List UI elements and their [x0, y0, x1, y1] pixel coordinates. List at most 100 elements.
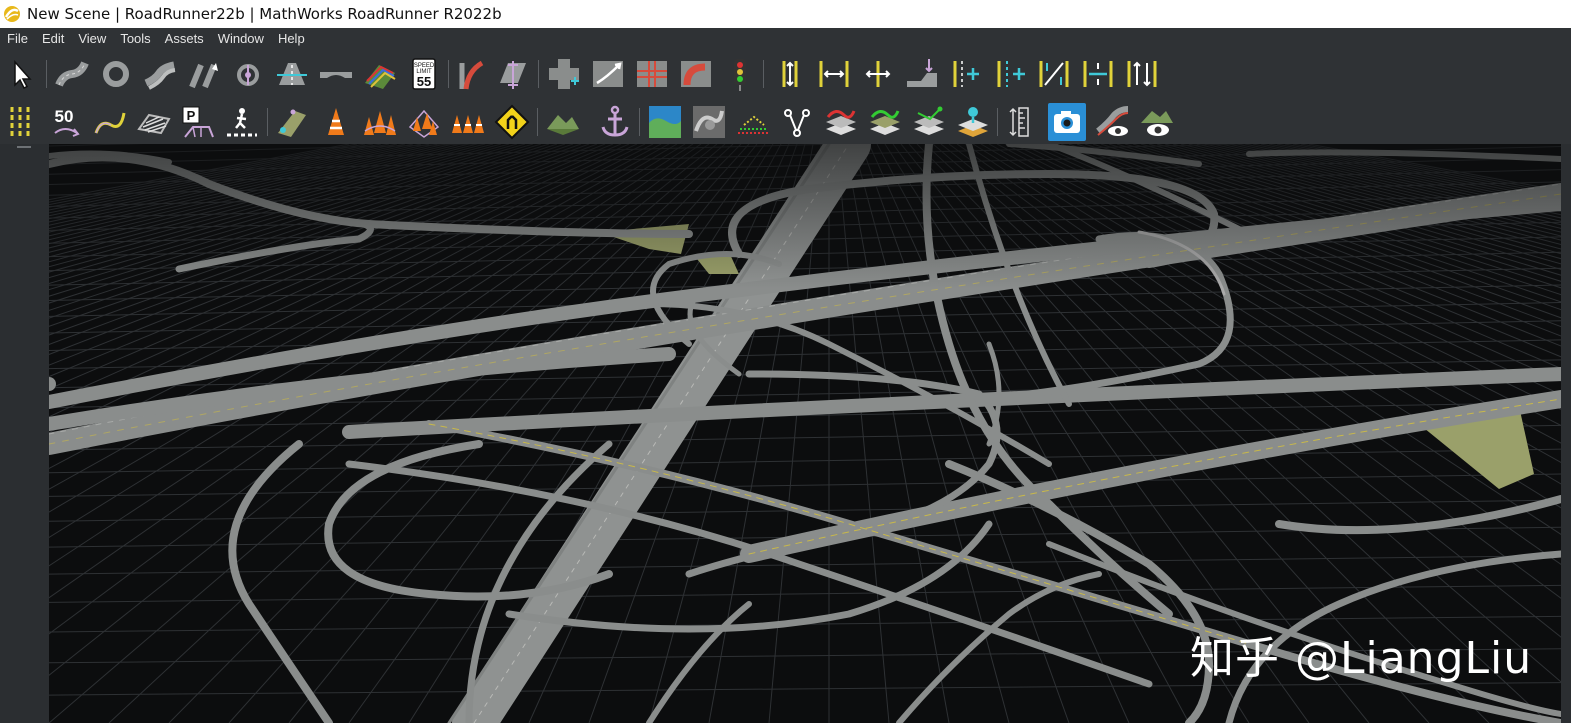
lane-carve-tool-button[interactable] — [1079, 55, 1117, 93]
layer-tool-button[interactable] — [822, 103, 860, 141]
toolbar-separator — [448, 60, 449, 88]
prop-curve-tool-button[interactable] — [452, 55, 490, 93]
maneuver-tool-button[interactable] — [589, 55, 627, 93]
camera-tool-button[interactable] — [1048, 103, 1086, 141]
measure-tool-icon — [1009, 107, 1029, 137]
layer-add-icon — [914, 106, 944, 135]
scenario-tool-button[interactable] — [778, 103, 816, 141]
lane-width-tool-button[interactable] — [494, 55, 532, 93]
left-panel-strip — [0, 144, 49, 723]
crosswalk-marking-button[interactable] — [223, 103, 261, 141]
select-tool-icon — [14, 60, 32, 90]
toolbar-separator — [538, 60, 539, 88]
lane-split-tool-button[interactable] — [947, 55, 985, 93]
prop-set-button[interactable] — [449, 103, 487, 141]
area-marking-tool-button[interactable] — [135, 103, 173, 141]
visibility-tool-icon — [1096, 106, 1129, 136]
curve-marking-tool-button[interactable] — [91, 103, 129, 141]
prop-point-tool-button[interactable] — [317, 103, 355, 141]
point-cloud-tool-icon — [738, 115, 768, 134]
toolbar-separator — [537, 108, 538, 136]
prop-curve-cones-button[interactable] — [361, 103, 399, 141]
lane-carving-tool-button[interactable] — [141, 55, 179, 93]
camera-tool-icon — [1054, 111, 1080, 133]
window-title: New Scene | RoadRunner22b | MathWorks Ro… — [27, 5, 502, 23]
marking-point-tool-button[interactable] — [3, 103, 41, 141]
world-settings-button[interactable] — [1138, 103, 1176, 141]
lane-form-tool-button[interactable] — [859, 55, 897, 93]
lane-direction-tool-button[interactable] — [1123, 55, 1161, 93]
layer-edit-icon — [870, 110, 900, 135]
lane-shift-tool-button[interactable] — [903, 55, 941, 93]
menu-edit[interactable]: Edit — [35, 28, 71, 50]
speed-marking-value: 50 — [55, 107, 74, 126]
toolbar-separator — [267, 108, 268, 136]
road-plan-tool-button[interactable] — [53, 55, 91, 93]
menu-view[interactable]: View — [71, 28, 113, 50]
road-plan-tool-icon — [55, 61, 89, 87]
menu-file[interactable]: File — [0, 28, 35, 50]
anchor-tool-button[interactable] — [596, 103, 634, 141]
elevation-map-button[interactable] — [544, 103, 582, 141]
speed-marking-tool-button[interactable]: 50 — [47, 103, 85, 141]
panel-grip[interactable] — [17, 146, 31, 148]
lane-carve-icon — [1083, 61, 1113, 87]
prop-sign-icon — [494, 104, 530, 140]
prop-sign-button[interactable] — [493, 103, 531, 141]
road-construction-tool-button[interactable] — [185, 55, 223, 93]
measure-tool-button[interactable] — [1004, 103, 1042, 141]
menu-assets[interactable]: Assets — [158, 28, 211, 50]
texture-tool-button[interactable] — [690, 103, 728, 141]
lane-insert-tool-button[interactable] — [991, 55, 1029, 93]
sign-tool-icon: SPEED LIMIT 55 — [412, 58, 436, 90]
corner-tool-button[interactable] — [633, 55, 671, 93]
lane-add-tool-button[interactable] — [771, 55, 809, 93]
lane-marking-tool-button[interactable] — [1035, 55, 1073, 93]
parking-tool-icon: P — [182, 106, 214, 138]
lane-form-icon — [865, 61, 891, 87]
crosswalk-tool-icon — [681, 61, 711, 87]
prop-point-tool-icon — [328, 108, 344, 135]
spin-tool-icon — [237, 64, 259, 86]
lane-split-icon — [953, 61, 979, 87]
menu-help[interactable]: Help — [271, 28, 312, 50]
prop-polygon-button[interactable] — [405, 103, 443, 141]
maneuver-tool-icon — [593, 61, 623, 87]
point-cloud-tool-button[interactable] — [734, 103, 772, 141]
layer-tool-icon — [826, 110, 856, 135]
title-bar: New Scene | RoadRunner22b | MathWorks Ro… — [0, 0, 1571, 28]
parking-tool-button[interactable]: P — [179, 103, 217, 141]
signal-tool-button[interactable] — [721, 55, 759, 93]
visibility-tool-button[interactable] — [1094, 103, 1132, 141]
layer-stack-button[interactable] — [954, 103, 992, 141]
tool-toolbar-primary: SPEED LIMIT 55 — [0, 50, 1571, 98]
terrain-tool-icon — [649, 106, 681, 138]
prop-curve-cones-icon — [364, 111, 396, 135]
terrain-tool-button[interactable] — [646, 103, 684, 141]
lane-width-adjust-button[interactable] — [815, 55, 853, 93]
area-marking-tool-icon — [137, 113, 171, 135]
layer-add-button[interactable] — [910, 103, 948, 141]
menu-tools[interactable]: Tools — [113, 28, 157, 50]
roundabout-tool-icon — [103, 61, 129, 87]
toolbar-separator — [763, 60, 764, 88]
marking-curve-tool-icon — [365, 65, 396, 89]
menu-window[interactable]: Window — [211, 28, 271, 50]
crosswalk-tool-button[interactable] — [677, 55, 715, 93]
lane-tool-button[interactable] — [273, 55, 311, 93]
marking-curve-tool-button[interactable] — [361, 55, 399, 93]
lane-insert-icon — [997, 61, 1025, 87]
sign-tool-button[interactable]: SPEED LIMIT 55 — [405, 55, 443, 93]
select-tool-button[interactable] — [3, 55, 41, 93]
bridge-span-tool-icon — [320, 72, 352, 78]
roundabout-tool-button[interactable] — [97, 55, 135, 93]
anchor-tool-icon — [601, 105, 629, 137]
junction-tool-button[interactable] — [545, 55, 583, 93]
spin-tool-button[interactable] — [229, 55, 267, 93]
layer-edit-button[interactable] — [866, 103, 904, 141]
layer-stack-icon — [958, 107, 988, 137]
texture-tool-icon — [693, 106, 725, 138]
lane-carving-tool-icon — [144, 61, 176, 90]
surface-tool-button[interactable] — [273, 103, 311, 141]
bridge-span-tool-button[interactable] — [317, 55, 355, 93]
